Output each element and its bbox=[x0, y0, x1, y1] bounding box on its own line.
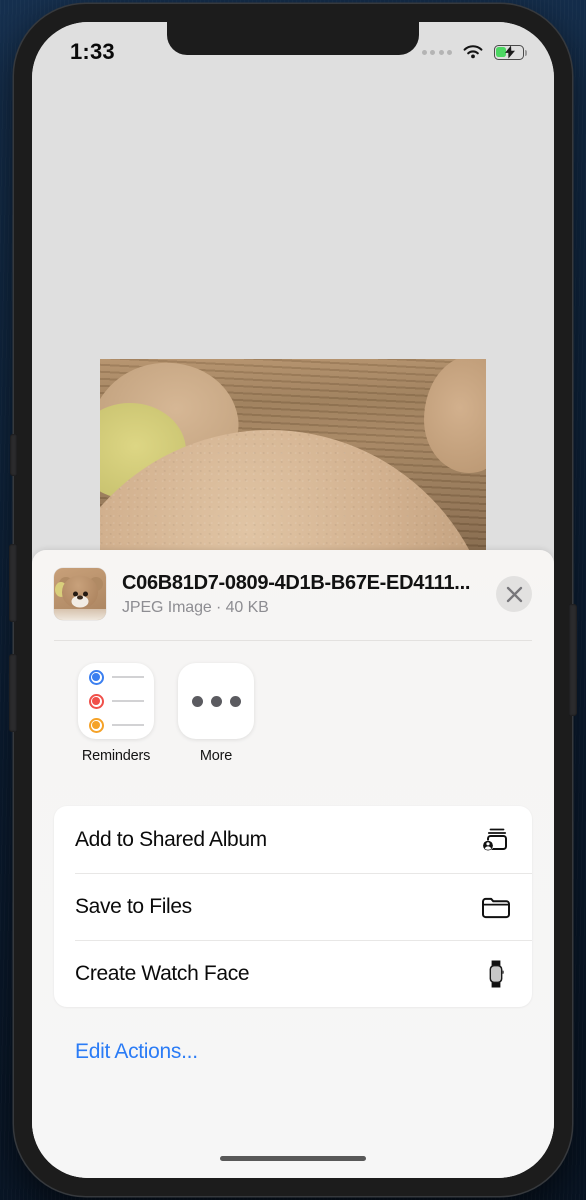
wifi-icon bbox=[463, 45, 483, 59]
status-time: 1:33 bbox=[70, 39, 115, 64]
close-button[interactable] bbox=[496, 576, 532, 612]
apple-watch-icon bbox=[480, 958, 512, 990]
action-add-to-shared-album[interactable]: Add to Shared Album bbox=[54, 806, 532, 873]
apps-row: Reminders More bbox=[32, 641, 554, 774]
status-indicators bbox=[421, 44, 527, 60]
file-name: C06B81D7-0809-4D1B-B67E-ED4111... bbox=[122, 572, 471, 594]
volume-up-button[interactable] bbox=[9, 544, 17, 622]
actions-list: Add to Shared Album Save to Files Create… bbox=[54, 806, 532, 1007]
edit-actions-link[interactable]: Edit Actions... bbox=[32, 1007, 554, 1064]
file-subtitle: JPEG Image · 40 KB bbox=[122, 599, 269, 616]
notch bbox=[167, 22, 419, 55]
folder-icon bbox=[480, 891, 512, 923]
file-thumbnail bbox=[54, 568, 106, 620]
more-icon bbox=[178, 663, 254, 739]
teddy-bear-photo[interactable] bbox=[100, 359, 486, 569]
app-more[interactable]: More bbox=[176, 663, 256, 764]
action-save-to-files[interactable]: Save to Files bbox=[54, 873, 532, 940]
app-label: More bbox=[199, 748, 233, 764]
app-reminders[interactable]: Reminders bbox=[76, 663, 156, 764]
power-button[interactable] bbox=[569, 604, 577, 716]
close-icon bbox=[506, 586, 522, 602]
app-label: Reminders bbox=[81, 748, 151, 764]
share-sheet: C06B81D7-0809-4D1B-B67E-ED4111... JPEG I… bbox=[32, 550, 554, 1178]
phone-screen: 1:33 C06B81D7-0809-4D1B-B67E-ED4111... J… bbox=[32, 22, 554, 1178]
action-create-watch-face[interactable]: Create Watch Face bbox=[54, 940, 532, 1007]
home-indicator[interactable] bbox=[220, 1155, 366, 1161]
action-label: Create Watch Face bbox=[75, 961, 250, 985]
charging-bolt-icon bbox=[504, 45, 515, 59]
action-label: Save to Files bbox=[75, 894, 192, 918]
phone-frame: 1:33 C06B81D7-0809-4D1B-B67E-ED4111... J… bbox=[9, 4, 577, 1196]
signal-dots-icon bbox=[421, 49, 452, 55]
silent-switch-button[interactable] bbox=[10, 434, 17, 476]
file-meta: C06B81D7-0809-4D1B-B67E-ED4111... JPEG I… bbox=[122, 571, 486, 617]
volume-down-button[interactable] bbox=[9, 654, 17, 732]
reminders-icon bbox=[78, 663, 154, 739]
shared-album-icon bbox=[480, 824, 512, 856]
battery-charging-icon bbox=[494, 44, 527, 60]
action-label: Add to Shared Album bbox=[75, 827, 267, 851]
file-header: C06B81D7-0809-4D1B-B67E-ED4111... JPEG I… bbox=[32, 550, 554, 640]
